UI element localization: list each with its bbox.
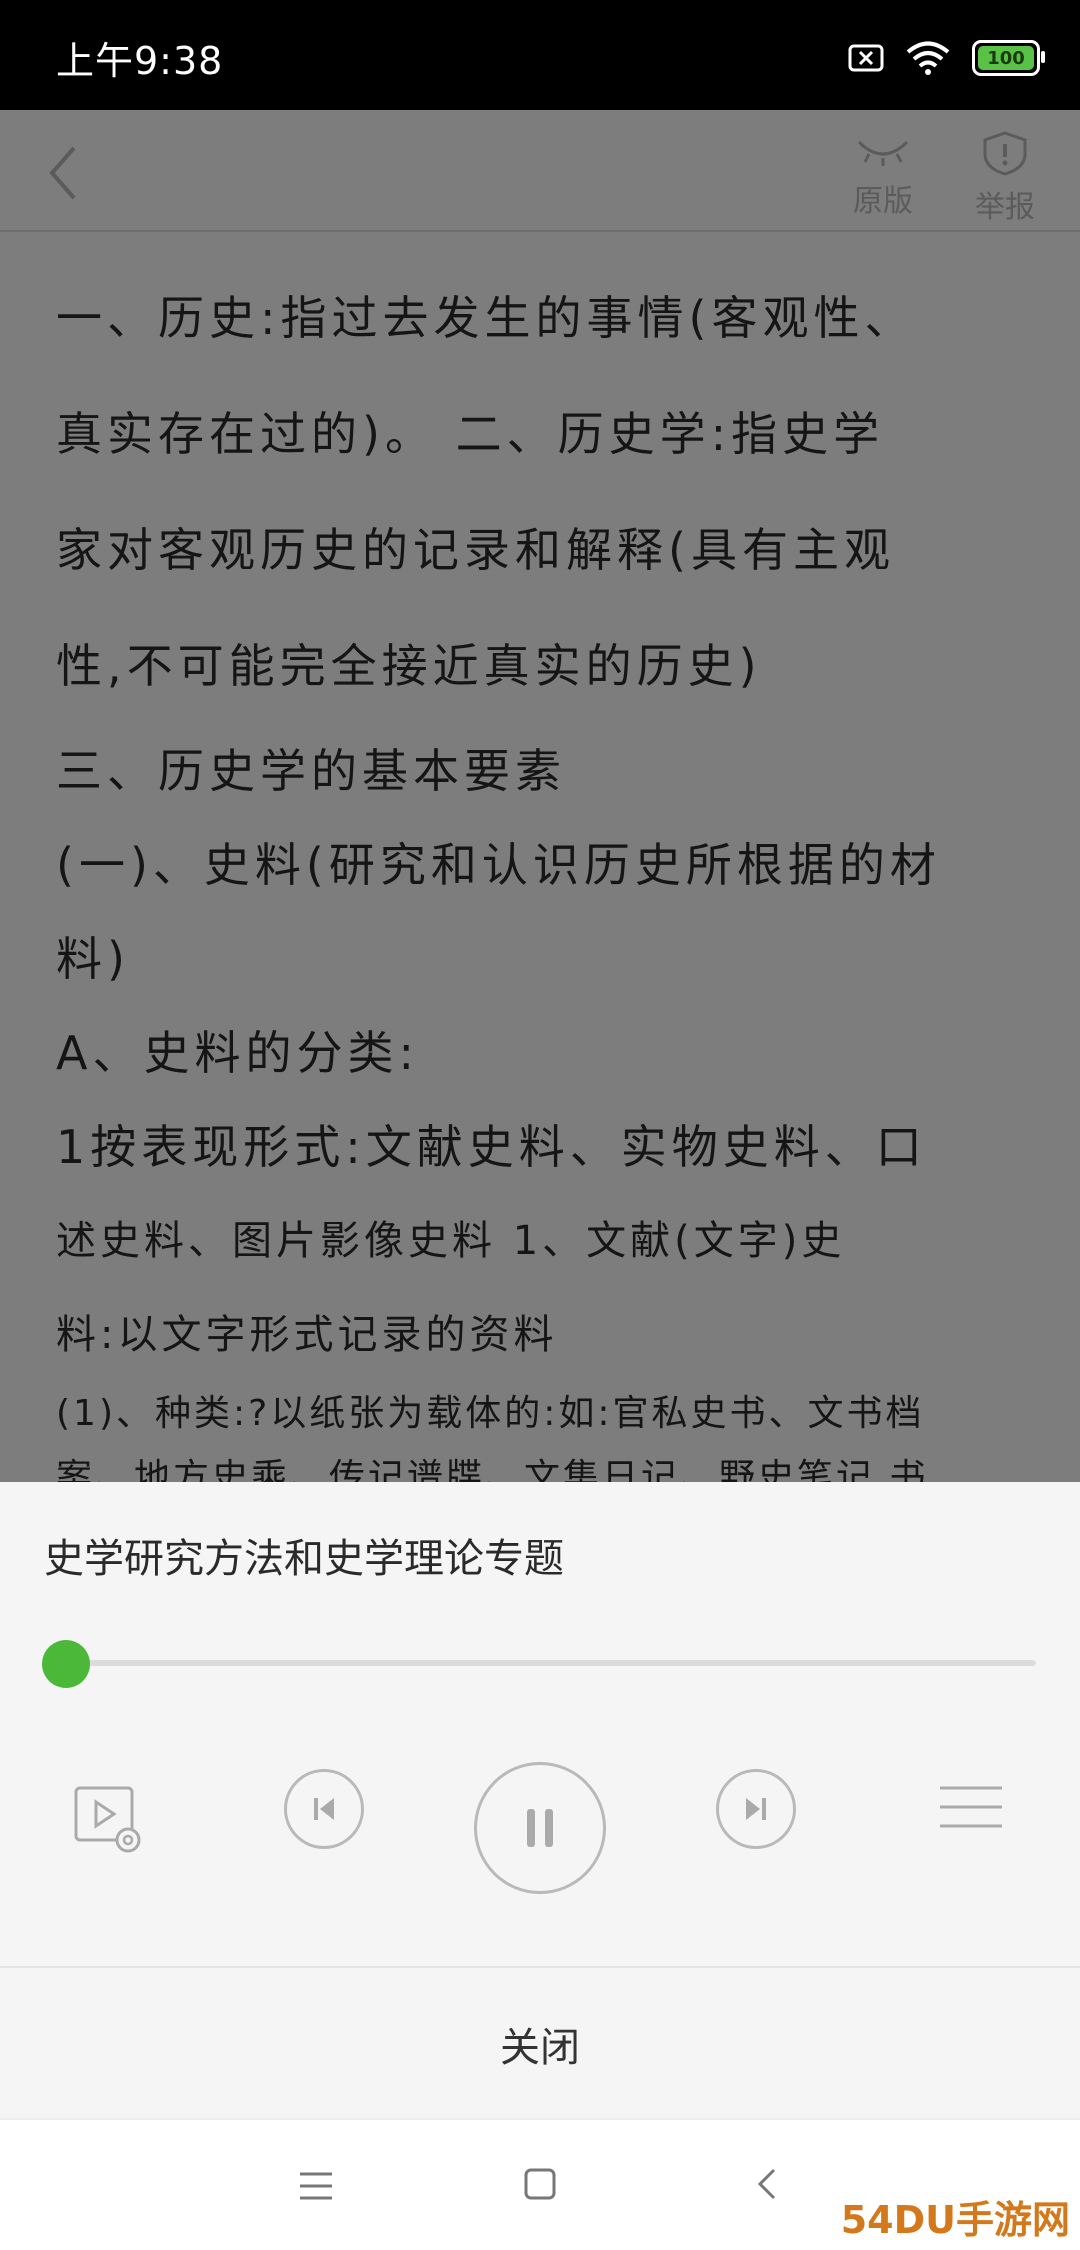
original-button[interactable]: 原版 — [838, 130, 928, 220]
text-line: 性,不可能完全接近真实的历史) — [56, 639, 762, 693]
menu-icon — [300, 2172, 332, 2200]
wifi-icon — [906, 41, 950, 75]
text-line: A、史料的分类: — [56, 1026, 419, 1080]
status-bar: 上午9:38 100 — [0, 0, 1080, 110]
article-content: 一、历史:指过去发生的事情(客观性、 真实存在过的)。 二、历史学:指史学 家对… — [56, 260, 1046, 1482]
pause-button[interactable] — [474, 1762, 606, 1894]
text-line: 一、历史:指过去发生的事情(客观性、 — [56, 291, 916, 345]
video-settings-button[interactable] — [70, 1782, 150, 1862]
player-title: 史学研究方法和史学理论专题 — [44, 1536, 564, 1582]
battery-level: 100 — [987, 47, 1025, 69]
next-button[interactable] — [716, 1769, 796, 1849]
reader-area: 原版 举报 一、历史:指过去发生的事情(客观性、 真实存在过的)。 二、历史学:… — [0, 110, 1080, 1482]
menu-nav-button[interactable] — [292, 2166, 340, 2206]
audio-player-panel: 史学研究方法和史学理论专题 — [0, 1482, 1080, 1966]
report-button[interactable]: 举报 — [960, 130, 1050, 226]
skip-previous-icon — [314, 1798, 334, 1820]
battery-icon: 100 — [972, 40, 1045, 76]
back-nav-button[interactable] — [748, 2162, 788, 2206]
progress-thumb[interactable] — [42, 1640, 90, 1688]
back-arrow-icon — [49, 146, 76, 200]
text-line: 料) — [56, 932, 130, 986]
home-nav-button[interactable] — [518, 2162, 562, 2206]
text-line: 1按表现形式:文献史料、实物史料、口 — [56, 1120, 927, 1174]
text-line: (1)、种类:?以纸张为载体的:如:官私史书、文书档 — [56, 1393, 925, 1434]
previous-button[interactable] — [284, 1769, 364, 1849]
text-line: (一)、史料(研究和认识历史所根据的材 — [56, 838, 941, 892]
skip-next-icon — [746, 1798, 766, 1820]
text-line: 述史料、图片影像史料 1、文献(文字)史 — [56, 1218, 846, 1264]
status-icons: 100 — [848, 36, 1045, 80]
text-line: 三、历史学的基本要素 — [56, 744, 566, 798]
eye-closed-icon — [857, 140, 909, 166]
close-button[interactable]: 关闭 — [0, 1966, 1080, 2120]
back-nav-icon — [757, 2168, 776, 2200]
playlist-button[interactable] — [938, 1782, 1004, 1832]
reader-toolbar: 原版 举报 — [0, 110, 1080, 232]
report-label: 举报 — [975, 190, 1035, 225]
text-line: 家对客观历史的记录和解释(具有主观 — [56, 523, 895, 577]
home-square-icon — [524, 2168, 556, 2200]
pause-icon — [527, 1809, 553, 1847]
watermark-logo: 54DU手游网 — [840, 2198, 1070, 2242]
original-label: 原版 — [853, 184, 913, 219]
video-settings-icon — [74, 1786, 141, 1853]
status-time: 上午9:38 — [56, 39, 224, 83]
playlist-icon — [940, 1786, 1002, 1828]
text-line: 案、地方史乘、传记谱牒、文集日记、野史笔记,书 — [56, 1457, 929, 1482]
system-nav-bar: 54DU手游网 — [0, 2118, 1080, 2250]
text-line: 料:以文字形式记录的资料 — [56, 1312, 558, 1358]
sim-off-icon — [848, 44, 884, 72]
progress-track[interactable] — [66, 1660, 1036, 1666]
close-label: 关闭 — [500, 2025, 580, 2071]
shield-alert-icon — [983, 131, 1027, 176]
back-button[interactable] — [36, 138, 96, 208]
text-line: 真实存在过的)。 二、历史学:指史学 — [56, 407, 885, 461]
